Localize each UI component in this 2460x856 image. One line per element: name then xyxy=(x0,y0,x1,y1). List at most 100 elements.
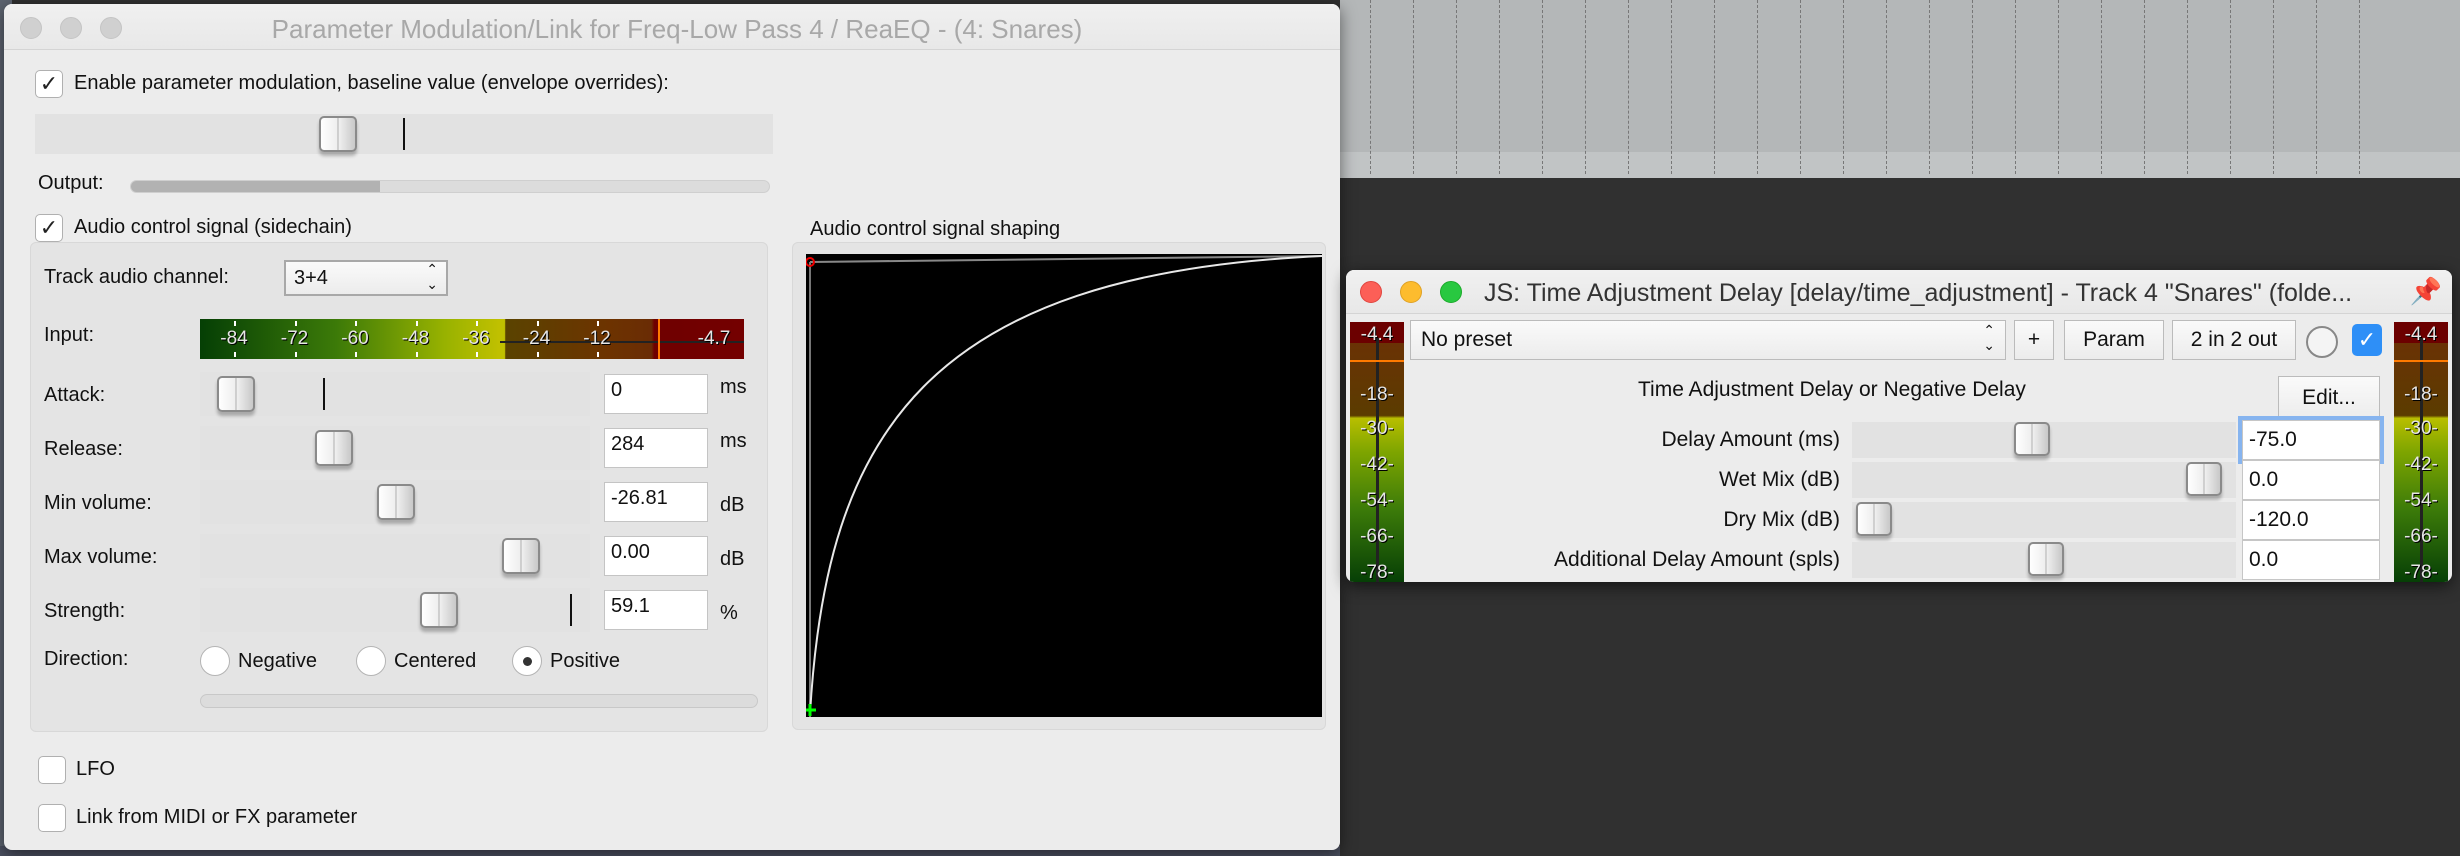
slider-thumb[interactable] xyxy=(318,116,357,152)
meter-tick xyxy=(415,321,418,326)
js-param-value-input[interactable]: -75.0 xyxy=(2238,416,2384,464)
modulation-marker xyxy=(323,378,325,410)
js-window-title: JS: Time Adjustment Delay [delay/time_ad… xyxy=(1484,279,2353,307)
curve-end-handle[interactable] xyxy=(806,704,816,716)
js-param-slider[interactable] xyxy=(1852,422,2236,458)
meter-tick xyxy=(355,352,357,357)
meter-tick xyxy=(536,352,539,357)
param-value-input[interactable]: 59.1 xyxy=(604,590,708,630)
slider-thumb[interactable] xyxy=(2028,542,2064,576)
add-preset-button[interactable]: + xyxy=(2014,320,2054,360)
grid-line xyxy=(1671,0,1672,174)
meter-scale-label: -12 xyxy=(583,328,611,349)
output-meter xyxy=(130,180,770,193)
meter-scale-label: -66- xyxy=(2404,526,2438,547)
meter-tick xyxy=(476,352,478,357)
checkmark-icon: ✓ xyxy=(39,215,59,240)
title-bar[interactable]: Parameter Modulation/Link for Freq-Low P… xyxy=(4,4,1340,50)
meter-scale-label: -48 xyxy=(401,328,430,349)
param-value-input[interactable]: 0 xyxy=(604,374,708,414)
link-midi-fx-checkbox[interactable] xyxy=(38,804,66,832)
direction-radio-centered[interactable] xyxy=(356,646,386,676)
grid-line xyxy=(2015,0,2016,174)
slider-thumb[interactable] xyxy=(314,430,353,466)
meter-scale-label: -18- xyxy=(1360,384,1394,405)
param-unit: % xyxy=(720,602,738,624)
preset-select[interactable]: No preset ⌃ ⌄ xyxy=(1410,320,2006,360)
param-slider[interactable] xyxy=(200,480,590,524)
js-param-slider[interactable] xyxy=(1852,502,2236,538)
grid-line xyxy=(2359,0,2360,174)
param-slider[interactable] xyxy=(200,534,590,578)
link-midi-fx-label: Link from MIDI or FX parameter xyxy=(76,806,358,828)
grid-line xyxy=(1757,0,1758,174)
meter-scale-label: -4.4 xyxy=(2404,324,2438,345)
audio-control-checkbox[interactable]: ✓ xyxy=(35,214,63,242)
grid-line xyxy=(1972,0,1973,174)
meter-tick xyxy=(294,352,297,357)
param-unit: ms xyxy=(720,376,747,398)
track-audio-channel-value: 3+4 xyxy=(294,267,328,289)
grid-line xyxy=(1800,0,1801,174)
direction-radio-positive[interactable] xyxy=(512,646,542,676)
meter-scale-label: -4.7 xyxy=(697,328,731,349)
lfo-checkbox[interactable] xyxy=(38,756,66,784)
param-slider[interactable] xyxy=(200,426,590,470)
grid-line xyxy=(1628,0,1629,174)
param-value-input[interactable]: 284 xyxy=(604,428,708,468)
baseline-slider[interactable] xyxy=(35,114,773,154)
param-unit: dB xyxy=(720,494,745,516)
slider-thumb[interactable] xyxy=(2186,462,2223,496)
wet-knob[interactable] xyxy=(2306,326,2338,358)
param-slider[interactable] xyxy=(200,372,590,416)
slider-thumb[interactable] xyxy=(377,484,416,520)
bypass-toggle-checkbox[interactable]: ✓ xyxy=(2352,324,2382,356)
js-param-label: Delay Amount (ms) xyxy=(1661,428,1840,451)
meter-tick xyxy=(597,321,599,326)
updown-chevron-icon: ⌃ ⌄ xyxy=(1983,322,1995,353)
meter-tick xyxy=(536,321,539,326)
meter-tick xyxy=(415,352,418,357)
js-title-bar[interactable]: JS: Time Adjustment Delay [delay/time_ad… xyxy=(1346,270,2452,314)
slider-thumb[interactable] xyxy=(1856,502,1892,536)
grid-line xyxy=(1929,0,1930,174)
js-param-slider[interactable] xyxy=(1852,462,2236,498)
meter-scale-label: -24 xyxy=(522,328,551,349)
slider-thumb[interactable] xyxy=(217,376,256,412)
grid-line xyxy=(2144,0,2145,174)
param-label: Strength: xyxy=(44,600,126,622)
js-param-label: Dry Mix (dB) xyxy=(1723,508,1840,531)
daw-arrange-view[interactable] xyxy=(1340,0,2460,178)
track-audio-channel-select[interactable]: 3+4 ⌃ ⌄ xyxy=(284,260,448,296)
direction-scrollbar[interactable] xyxy=(200,694,758,708)
shaping-label: Audio control signal shaping xyxy=(810,218,1061,240)
param-value-input[interactable]: 0.00 xyxy=(604,536,708,576)
param-button[interactable]: Param xyxy=(2064,320,2164,360)
param-unit: ms xyxy=(720,430,747,452)
io-routing-button[interactable]: 2 in 2 out xyxy=(2172,320,2296,360)
grid-line xyxy=(1714,0,1715,174)
slider-thumb[interactable] xyxy=(502,538,541,574)
grid-line xyxy=(1585,0,1586,174)
pin-icon[interactable]: 📌 xyxy=(2410,276,2442,307)
js-param-value-input[interactable]: 0.0 xyxy=(2242,460,2380,500)
track-audio-channel-label: Track audio channel: xyxy=(44,266,229,288)
direction-radio-negative[interactable] xyxy=(200,646,230,676)
shaping-graph[interactable] xyxy=(805,254,1323,717)
meter-scale-label: -4.4 xyxy=(1360,324,1394,345)
slider-thumb[interactable] xyxy=(2014,422,2051,456)
daw-ruler-strip xyxy=(1340,152,2460,178)
js-param-value-input[interactable]: 0.0 xyxy=(2242,540,2380,580)
js-param-slider[interactable] xyxy=(1852,542,2236,578)
enable-modulation-checkbox[interactable]: ✓ xyxy=(35,70,63,98)
param-value-input[interactable]: -26.81 xyxy=(604,482,708,522)
js-param-value-input[interactable]: -120.0 xyxy=(2242,500,2380,540)
edit-button[interactable]: Edit... xyxy=(2278,376,2380,420)
param-slider[interactable] xyxy=(200,588,590,632)
enable-modulation-label: Enable parameter modulation, baseline va… xyxy=(74,72,669,94)
meter-scale-label: -42- xyxy=(2404,454,2438,475)
meter-tick xyxy=(597,352,599,357)
slider-thumb[interactable] xyxy=(420,592,459,628)
meter-tick xyxy=(234,352,236,357)
input-meter: -84 -72 -60 -48 -36 -24 -12 -4.7 xyxy=(200,319,744,359)
